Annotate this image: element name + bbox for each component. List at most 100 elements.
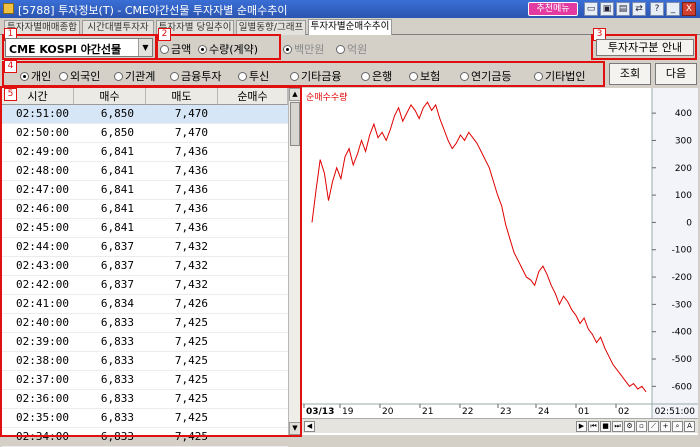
tab-net-buy-trend[interactable]: 투자자별순매수추이 <box>308 19 392 35</box>
time-cell: 02:46:00 <box>16 202 69 215</box>
next-button[interactable]: 다음 <box>655 63 697 85</box>
buy-cell: 6,837 <box>100 259 134 272</box>
net-cell <box>218 143 280 161</box>
y-tick-label: 100 <box>675 191 692 201</box>
table-row[interactable]: 02:36:00 6,833 7,425 <box>2 390 288 409</box>
minimize-icon[interactable]: _ <box>666 2 680 16</box>
table-row[interactable]: 02:35:00 6,833 7,425 <box>2 409 288 428</box>
investor-guide-button[interactable]: 투자자구분 안내 <box>596 39 694 56</box>
crosshair-icon[interactable]: + <box>660 421 671 432</box>
x-tick-label: 19 <box>342 407 354 417</box>
table-row[interactable]: 02:48:00 6,841 7,436 <box>2 162 288 181</box>
buy-cell: 6,833 <box>100 411 134 424</box>
col-header-net[interactable]: 순매수 <box>218 88 288 105</box>
net-cell <box>218 428 280 446</box>
scroll-down-icon[interactable]: ▼ <box>289 422 301 435</box>
query-button[interactable]: 조회 <box>609 63 651 85</box>
sell-cell: 7,436 <box>174 145 208 158</box>
buy-cell: 6,833 <box>100 392 134 405</box>
radio-other-corporation[interactable]: 기타법인 <box>534 68 585 84</box>
radio-individual[interactable]: 개인 <box>20 68 51 84</box>
time-cell: 02:39:00 <box>16 335 69 348</box>
layout-icon[interactable]: ▭ <box>584 2 598 16</box>
y-tick-label: 300 <box>675 136 692 146</box>
time-cell: 02:35:00 <box>16 411 69 424</box>
col-header-buy[interactable]: 매수 <box>74 88 146 105</box>
radio-insurance[interactable]: 보험 <box>409 68 440 84</box>
sell-cell: 7,436 <box>174 164 208 177</box>
time-cell: 02:40:00 <box>16 316 69 329</box>
tab-daily-graph[interactable]: 일별동향/그래프 <box>236 20 306 35</box>
radio-bank[interactable]: 은행 <box>361 68 392 84</box>
radio-institution[interactable]: 기관계 <box>114 68 155 84</box>
tab-time-investor[interactable]: 시간대별투자자 <box>82 20 154 35</box>
radio-investment-trust-label: 투신 <box>249 70 270 83</box>
table-row[interactable]: 02:47:00 6,841 7,436 <box>2 181 288 200</box>
table-row[interactable]: 02:37:00 6,833 7,425 <box>2 371 288 390</box>
table-row[interactable]: 02:42:00 6,837 7,432 <box>2 276 288 295</box>
buy-cell: 6,841 <box>100 183 134 196</box>
table-row[interactable]: 02:41:00 6,834 7,426 <box>2 295 288 314</box>
radio-hundred-million-won[interactable]: 억원 <box>336 41 367 57</box>
sell-cell: 7,470 <box>174 107 208 120</box>
window-icon[interactable]: ▣ <box>600 2 614 16</box>
radio-investment-trust[interactable]: 투신 <box>238 68 269 84</box>
buy-cell: 6,833 <box>100 316 134 329</box>
scroll-left-icon[interactable]: ◀ <box>304 421 315 432</box>
market-select-value: CME KOSPI 야간선물 <box>9 43 122 56</box>
scroll-thumb[interactable] <box>290 102 300 146</box>
sell-cell: 7,425 <box>174 373 208 386</box>
market-select[interactable]: CME KOSPI 야간선물 ▼ <box>5 38 153 57</box>
radio-other-finance[interactable]: 기타금융 <box>290 68 341 84</box>
x-tick-label: 23 <box>500 407 511 417</box>
print-icon[interactable]: ▤ <box>616 2 630 16</box>
chevron-down-icon[interactable]: ▼ <box>138 39 152 56</box>
radio-foreigner[interactable]: 외국인 <box>59 68 100 84</box>
table-row[interactable]: 02:44:00 6,837 7,432 <box>2 238 288 257</box>
table-scrollbar[interactable]: ▲ ▼ <box>288 88 301 435</box>
table-row[interactable]: 02:38:00 6,833 7,425 <box>2 352 288 371</box>
time-cell: 02:36:00 <box>16 392 69 405</box>
time-cell: 02:51:00 <box>16 107 69 120</box>
net-cell <box>218 124 280 142</box>
sell-cell: 7,432 <box>174 278 208 291</box>
radio-million-won[interactable]: 백만원 <box>283 41 324 57</box>
table-row[interactable]: 02:49:00 6,841 7,436 <box>2 143 288 162</box>
forward-icon[interactable]: ⏭ <box>612 421 623 432</box>
y-tick-label: -600 <box>672 382 693 392</box>
buy-cell: 6,841 <box>100 202 134 215</box>
time-cell: 02:44:00 <box>16 240 69 253</box>
radio-amount[interactable]: 금액 <box>160 41 191 57</box>
settings-icon[interactable]: ⚙ <box>624 421 635 432</box>
table-row[interactable]: 02:45:00 6,841 7,436 <box>2 219 288 238</box>
rewind-icon[interactable]: ⏮ <box>588 421 599 432</box>
y-tick-label: -100 <box>672 246 693 256</box>
table-row[interactable]: 02:46:00 6,841 7,436 <box>2 200 288 219</box>
col-header-sell[interactable]: 매도 <box>146 88 218 105</box>
radio-financial-investment[interactable]: 금융투자 <box>170 68 221 84</box>
zoom-icon[interactable]: ⌕ <box>672 421 683 432</box>
scroll-right-icon[interactable]: ▶ <box>576 421 587 432</box>
table-row[interactable]: 02:34:00 6,833 7,425 <box>2 428 288 447</box>
radio-quantity[interactable]: 수량(계약) <box>198 41 258 57</box>
font-icon[interactable]: A <box>684 421 695 432</box>
table-row[interactable]: 02:51:00 6,850 7,470 <box>2 105 288 124</box>
radio-dot <box>409 71 418 81</box>
recommend-menu-button[interactable]: 추천메뉴 <box>528 2 578 16</box>
stop-icon[interactable]: ■ <box>600 421 611 432</box>
marker-5: 5 <box>4 88 17 101</box>
window-icon[interactable]: ▫ <box>636 421 647 432</box>
table-row[interactable]: 02:39:00 6,833 7,425 <box>2 333 288 352</box>
help-icon[interactable]: ? <box>650 2 664 16</box>
radio-dot <box>59 71 68 81</box>
radio-pension-fund[interactable]: 연기금등 <box>460 68 511 84</box>
scroll-up-icon[interactable]: ▲ <box>289 88 301 101</box>
table-row[interactable]: 02:40:00 6,833 7,425 <box>2 314 288 333</box>
trend-icon[interactable]: ⟋ <box>648 421 659 432</box>
link-icon[interactable]: ⇄ <box>632 2 646 16</box>
title-bar: [5788] 투자정보(T) - CME야간선물 투자자별 순매수추이 추천메뉴… <box>0 0 700 18</box>
time-cell: 02:49:00 <box>16 145 69 158</box>
table-row[interactable]: 02:43:00 6,837 7,432 <box>2 257 288 276</box>
close-icon[interactable]: X <box>682 2 696 16</box>
table-row[interactable]: 02:50:00 6,850 7,470 <box>2 124 288 143</box>
